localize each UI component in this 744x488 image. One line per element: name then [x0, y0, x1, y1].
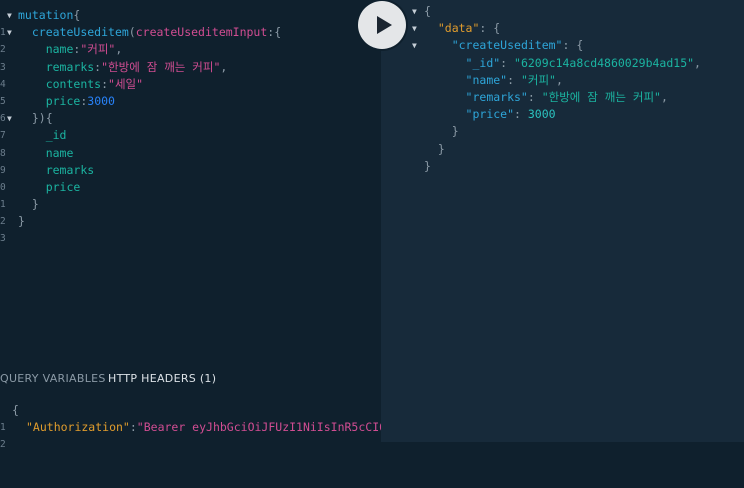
fold-arrow-icon[interactable]: ▼ — [412, 20, 417, 37]
result-field-value: "한방에 잠 깨는 커피" — [541, 89, 661, 104]
result-object-key: "createUseditem" — [451, 38, 563, 53]
result-field-value: 3000 — [527, 107, 556, 122]
selected-field: price — [45, 179, 81, 194]
result-line: ▼ "createUseditem": { — [412, 37, 583, 54]
bottom-panel-tabs: QUERY VARIABLES HTTP HEADERS (1) — [0, 364, 381, 392]
result-data-key: "data" — [437, 21, 480, 36]
result-line: "name": "커피", — [465, 72, 563, 87]
mutation-keyword: mutation — [18, 8, 74, 22]
result-field-key: "_id" — [465, 55, 501, 70]
fold-arrow-icon[interactable]: ▼ — [412, 37, 417, 54]
result-line: "_id": "6209c14a8cd4860029b4ad15", — [465, 55, 701, 70]
result-line: ▼ { — [412, 3, 440, 20]
code-line: 1 price — [0, 179, 80, 210]
code-line: 1 ▼ mutation{ — [0, 7, 80, 38]
result-field-value: "6209c14a8cd4860029b4ad15" — [514, 55, 695, 70]
result-line: } — [451, 124, 459, 139]
code-line: 3 name:"커피", — [0, 41, 122, 72]
play-icon — [377, 16, 392, 34]
code-line: 0 remarks — [0, 162, 94, 193]
code-line: 2 "Authorization":"Bearer eyJhbGciOiJFUz… — [0, 419, 386, 450]
http-headers-editor[interactable]: 1 { 2 "Authorization":"Bearer eyJhbGciOi… — [0, 402, 386, 450]
result-line: ▼ "data": { — [412, 20, 500, 37]
input-field-value: "한방에 잠 깨는 커피" — [101, 59, 221, 74]
header-key: "Authorization" — [26, 420, 130, 435]
selected-field: remarks — [45, 162, 95, 177]
code-line: 7 ▼ }){ — [0, 110, 53, 141]
input-field-key: remarks — [45, 59, 95, 74]
code-line: 9 name — [0, 145, 73, 176]
line-number: 3 — [0, 233, 6, 245]
result-field-value: "커피" — [520, 72, 556, 87]
result-line: } — [437, 141, 445, 156]
code-line: 2 ▼ createUseditem(createUseditemInput:{ — [0, 24, 281, 55]
query-editor-pane[interactable]: 1 ▼ mutation{ 2 ▼ createUseditem(createU… — [0, 0, 386, 450]
line-number: 2 — [0, 439, 6, 451]
run-query-button[interactable] — [358, 1, 406, 49]
selected-field: _id — [45, 128, 67, 143]
code-line: 2 } — [0, 196, 42, 227]
code-line: 3 } — [0, 213, 42, 244]
result-viewer[interactable]: ▼ { ▼ "data": { ▼ "createUseditem": { "_… — [412, 3, 701, 175]
code-line: 1 { — [0, 402, 42, 433]
fold-arrow-icon[interactable]: ▼ — [7, 7, 15, 24]
argument-name: createUseditemInput — [135, 25, 268, 40]
result-field-key: "name" — [465, 72, 508, 87]
query-editor[interactable]: 1 ▼ mutation{ 2 ▼ createUseditem(createU… — [0, 7, 281, 244]
input-field-key: price — [45, 93, 81, 108]
result-line: "remarks": "한방에 잠 깨는 커피", — [465, 89, 668, 104]
tab-http-headers[interactable]: HTTP HEADERS (1) — [108, 372, 216, 385]
operation-name: createUseditem — [31, 25, 129, 40]
code-line: 8 _id — [0, 127, 66, 158]
result-line: } — [424, 158, 431, 173]
tab-query-variables[interactable]: QUERY VARIABLES — [0, 372, 106, 385]
input-field-value: 3000 — [87, 93, 115, 108]
fold-arrow-icon[interactable]: ▼ — [412, 3, 417, 20]
header-value: "Bearer eyJhbGciOiJFUzI1NiIsInR5cCI6 — [136, 420, 387, 435]
code-line: 4 remarks:"한방에 잠 깨는 커피", — [0, 59, 227, 90]
code-line: 6 price:3000 — [0, 93, 115, 124]
fold-arrow-icon[interactable]: ▼ — [7, 24, 15, 41]
result-line: "price": 3000 — [465, 107, 556, 122]
result-field-key: "price" — [465, 107, 515, 122]
selected-field: name — [45, 145, 74, 160]
input-field-key: name — [45, 42, 74, 57]
fold-arrow-icon[interactable]: ▼ — [7, 110, 15, 127]
input-field-value: "커피" — [80, 42, 116, 57]
input-field-key: contents — [45, 76, 102, 91]
result-field-key: "remarks" — [465, 89, 528, 104]
code-line: 5 contents:"세일" — [0, 76, 143, 107]
input-field-value: "세일" — [108, 76, 144, 91]
